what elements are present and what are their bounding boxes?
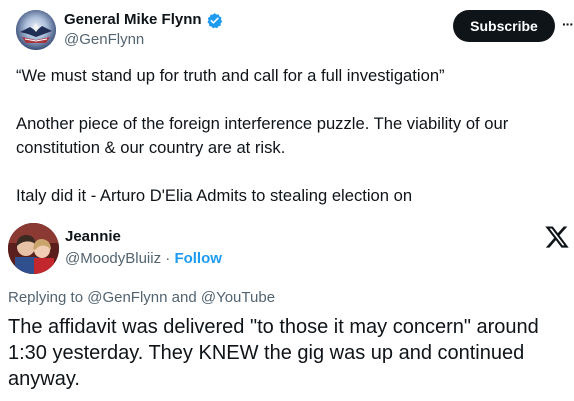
embed-author-avatar[interactable] (8, 223, 59, 274)
post-body: “We must stand up for truth and call for… (16, 64, 561, 208)
reply-and: and (171, 289, 197, 306)
embed-handle-row: @MoodyBluiiz · Follow (65, 250, 222, 268)
embed-author-handle[interactable]: @MoodyBluiiz (65, 250, 161, 267)
author-handle[interactable]: @GenFlynn (64, 31, 144, 49)
x-logo-icon[interactable] (544, 224, 570, 250)
subscribe-button[interactable]: Subscribe (453, 10, 555, 42)
author-name[interactable]: General Mike Flynn (64, 11, 223, 29)
post-paragraph: Italy did it - Arturo D'Elia Admits to s… (16, 186, 413, 205)
post-paragraph: Another piece of the foreign interferenc… (16, 114, 509, 157)
separator-dot: · (165, 250, 171, 267)
embed-author-name[interactable]: Jeannie (65, 228, 121, 246)
author-avatar[interactable] (16, 10, 56, 50)
follow-link[interactable]: Follow (174, 250, 222, 267)
reply-mention-genflynn[interactable]: @GenFlynn (87, 289, 167, 306)
reply-mention-youtube[interactable]: @YouTube (201, 289, 275, 306)
more-horizontal-icon[interactable]: ··· (562, 14, 574, 34)
reply-context: Replying to @GenFlynn and @YouTube (8, 289, 275, 307)
embedded-post[interactable]: Jeannie @MoodyBluiiz · Follow Replying t… (0, 218, 574, 401)
reply-prefix: Replying to (8, 289, 84, 306)
embed-post-text: The affidavit was delivered "to those it… (8, 316, 539, 390)
post-paragraph: “We must stand up for truth and call for… (16, 66, 445, 85)
verified-badge-icon (207, 12, 222, 28)
post: General Mike Flynn @GenFlynn Subscribe ·… (0, 0, 574, 218)
author-name-text[interactable]: General Mike Flynn (64, 11, 202, 29)
